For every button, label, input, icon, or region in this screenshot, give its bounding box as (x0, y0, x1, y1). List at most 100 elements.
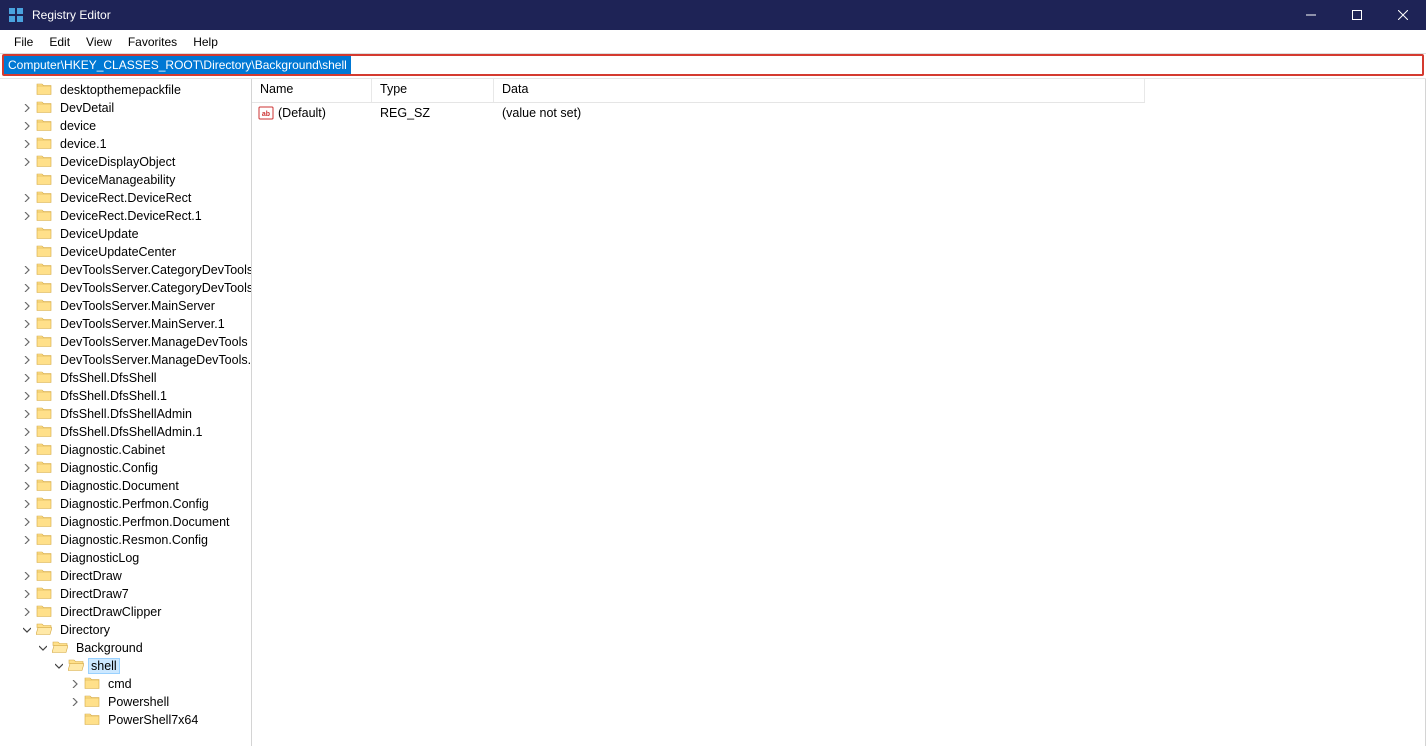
folder-icon (36, 352, 56, 369)
tree-item[interactable]: DevToolsServer.MainServer.1 (0, 315, 251, 333)
chevron-right-icon[interactable] (20, 155, 34, 169)
tree-item[interactable]: DeviceUpdate (0, 225, 251, 243)
chevron-right-icon[interactable] (20, 191, 34, 205)
tree-item[interactable]: DfsShell.DfsShell (0, 369, 251, 387)
chevron-down-icon[interactable] (36, 641, 50, 655)
minimize-button[interactable] (1288, 0, 1334, 30)
tree-item[interactable]: DirectDraw7 (0, 585, 251, 603)
tree-item[interactable]: DevToolsServer.MainServer (0, 297, 251, 315)
chevron-right-icon[interactable] (20, 407, 34, 421)
close-button[interactable] (1380, 0, 1426, 30)
tree-item[interactable]: PowerShell7x64 (0, 711, 251, 729)
menu-file[interactable]: File (6, 33, 41, 51)
chevron-right-icon[interactable] (20, 281, 34, 295)
tree-item[interactable]: DirectDraw (0, 567, 251, 585)
chevron-right-icon[interactable] (68, 695, 82, 709)
menu-favorites[interactable]: Favorites (120, 33, 185, 51)
tree-item[interactable]: DeviceUpdateCenter (0, 243, 251, 261)
folder-icon (36, 424, 56, 441)
chevron-right-icon[interactable] (20, 425, 34, 439)
chevron-down-icon[interactable] (20, 623, 34, 637)
tree-item[interactable]: DevToolsServer.ManageDevTools (0, 333, 251, 351)
tree-item[interactable]: DirectDrawClipper (0, 603, 251, 621)
chevron-down-icon[interactable] (52, 659, 66, 673)
tree-item-label: DevToolsServer.ManageDevTools. (56, 352, 252, 368)
chevron-right-icon[interactable] (20, 263, 34, 277)
tree-item[interactable]: shell (0, 657, 251, 675)
column-type[interactable]: Type (372, 79, 494, 102)
tree-item-label: Diagnostic.Perfmon.Config (56, 496, 213, 512)
tree-item[interactable]: DeviceManageability (0, 171, 251, 189)
tree-item[interactable]: DiagnosticLog (0, 549, 251, 567)
maximize-button[interactable] (1334, 0, 1380, 30)
tree-item[interactable]: Powershell (0, 693, 251, 711)
tree-item[interactable]: device.1 (0, 135, 251, 153)
chevron-right-icon[interactable] (20, 119, 34, 133)
tree-item-label: Diagnostic.Resmon.Config (56, 532, 212, 548)
tree-item-label: DevToolsServer.CategoryDevTools (56, 262, 252, 278)
folder-icon (68, 658, 88, 675)
tree-item[interactable]: DfsShell.DfsShellAdmin.1 (0, 423, 251, 441)
address-path: Computer\HKEY_CLASSES_ROOT\Directory\Bac… (4, 56, 351, 74)
chevron-right-icon[interactable] (20, 335, 34, 349)
tree-item-label: DevToolsServer.MainServer.1 (56, 316, 229, 332)
tree-item-label: DeviceUpdateCenter (56, 244, 180, 260)
tree-item[interactable]: Diagnostic.Config (0, 459, 251, 477)
chevron-right-icon[interactable] (20, 443, 34, 457)
chevron-right-icon[interactable] (20, 389, 34, 403)
address-bar[interactable]: Computer\HKEY_CLASSES_ROOT\Directory\Bac… (2, 54, 1424, 76)
chevron-right-icon[interactable] (20, 299, 34, 313)
folder-icon (36, 136, 56, 153)
menu-edit[interactable]: Edit (41, 33, 78, 51)
chevron-right-icon[interactable] (20, 101, 34, 115)
tree-item[interactable]: DeviceDisplayObject (0, 153, 251, 171)
chevron-right-icon[interactable] (20, 515, 34, 529)
chevron-right-icon[interactable] (20, 497, 34, 511)
chevron-right-icon[interactable] (20, 461, 34, 475)
tree-item[interactable]: Diagnostic.Resmon.Config (0, 531, 251, 549)
tree-item-label: DfsShell.DfsShell (56, 370, 161, 386)
folder-icon (36, 226, 56, 243)
chevron-right-icon[interactable] (20, 605, 34, 619)
tree-item[interactable]: DeviceRect.DeviceRect.1 (0, 207, 251, 225)
tree-item[interactable]: Diagnostic.Perfmon.Document (0, 513, 251, 531)
column-name[interactable]: Name (252, 79, 372, 102)
list-row[interactable]: ab(Default)REG_SZ(value not set) (252, 103, 1145, 123)
chevron-right-icon[interactable] (20, 533, 34, 547)
tree-item[interactable]: desktopthemepackfile (0, 81, 251, 99)
tree-item[interactable]: DevToolsServer.CategoryDevTools (0, 279, 251, 297)
tree-item-label: DfsShell.DfsShellAdmin.1 (56, 424, 206, 440)
tree-item[interactable]: DfsShell.DfsShell.1 (0, 387, 251, 405)
tree-item[interactable]: Directory (0, 621, 251, 639)
tree-item-label: DevDetail (56, 100, 118, 116)
tree-item[interactable]: DevToolsServer.CategoryDevTools (0, 261, 251, 279)
tree-item[interactable]: DeviceRect.DeviceRect (0, 189, 251, 207)
chevron-right-icon[interactable] (20, 371, 34, 385)
tree-item[interactable]: Diagnostic.Perfmon.Config (0, 495, 251, 513)
menu-help[interactable]: Help (185, 33, 226, 51)
chevron-right-icon[interactable] (20, 479, 34, 493)
tree-item[interactable]: device (0, 117, 251, 135)
chevron-right-icon[interactable] (20, 137, 34, 151)
tree-item-label: device.1 (56, 136, 111, 152)
chevron-right-icon[interactable] (20, 587, 34, 601)
titlebar: Registry Editor (0, 0, 1426, 30)
tree-item[interactable]: DfsShell.DfsShellAdmin (0, 405, 251, 423)
tree-item[interactable]: cmd (0, 675, 251, 693)
chevron-right-icon[interactable] (20, 353, 34, 367)
chevron-right-icon[interactable] (20, 317, 34, 331)
column-data[interactable]: Data (494, 79, 1145, 102)
tree-item[interactable]: DevDetail (0, 99, 251, 117)
chevron-right-icon[interactable] (20, 209, 34, 223)
tree-item-label: Diagnostic.Config (56, 460, 162, 476)
chevron-right-icon[interactable] (68, 677, 82, 691)
tree-item[interactable]: DevToolsServer.ManageDevTools. (0, 351, 251, 369)
folder-icon (36, 244, 56, 261)
menu-view[interactable]: View (78, 33, 120, 51)
tree-pane[interactable]: desktopthemepackfileDevDetaildevicedevic… (0, 79, 252, 746)
folder-icon (36, 604, 56, 621)
tree-item[interactable]: Background (0, 639, 251, 657)
chevron-right-icon[interactable] (20, 569, 34, 583)
tree-item[interactable]: Diagnostic.Cabinet (0, 441, 251, 459)
tree-item[interactable]: Diagnostic.Document (0, 477, 251, 495)
